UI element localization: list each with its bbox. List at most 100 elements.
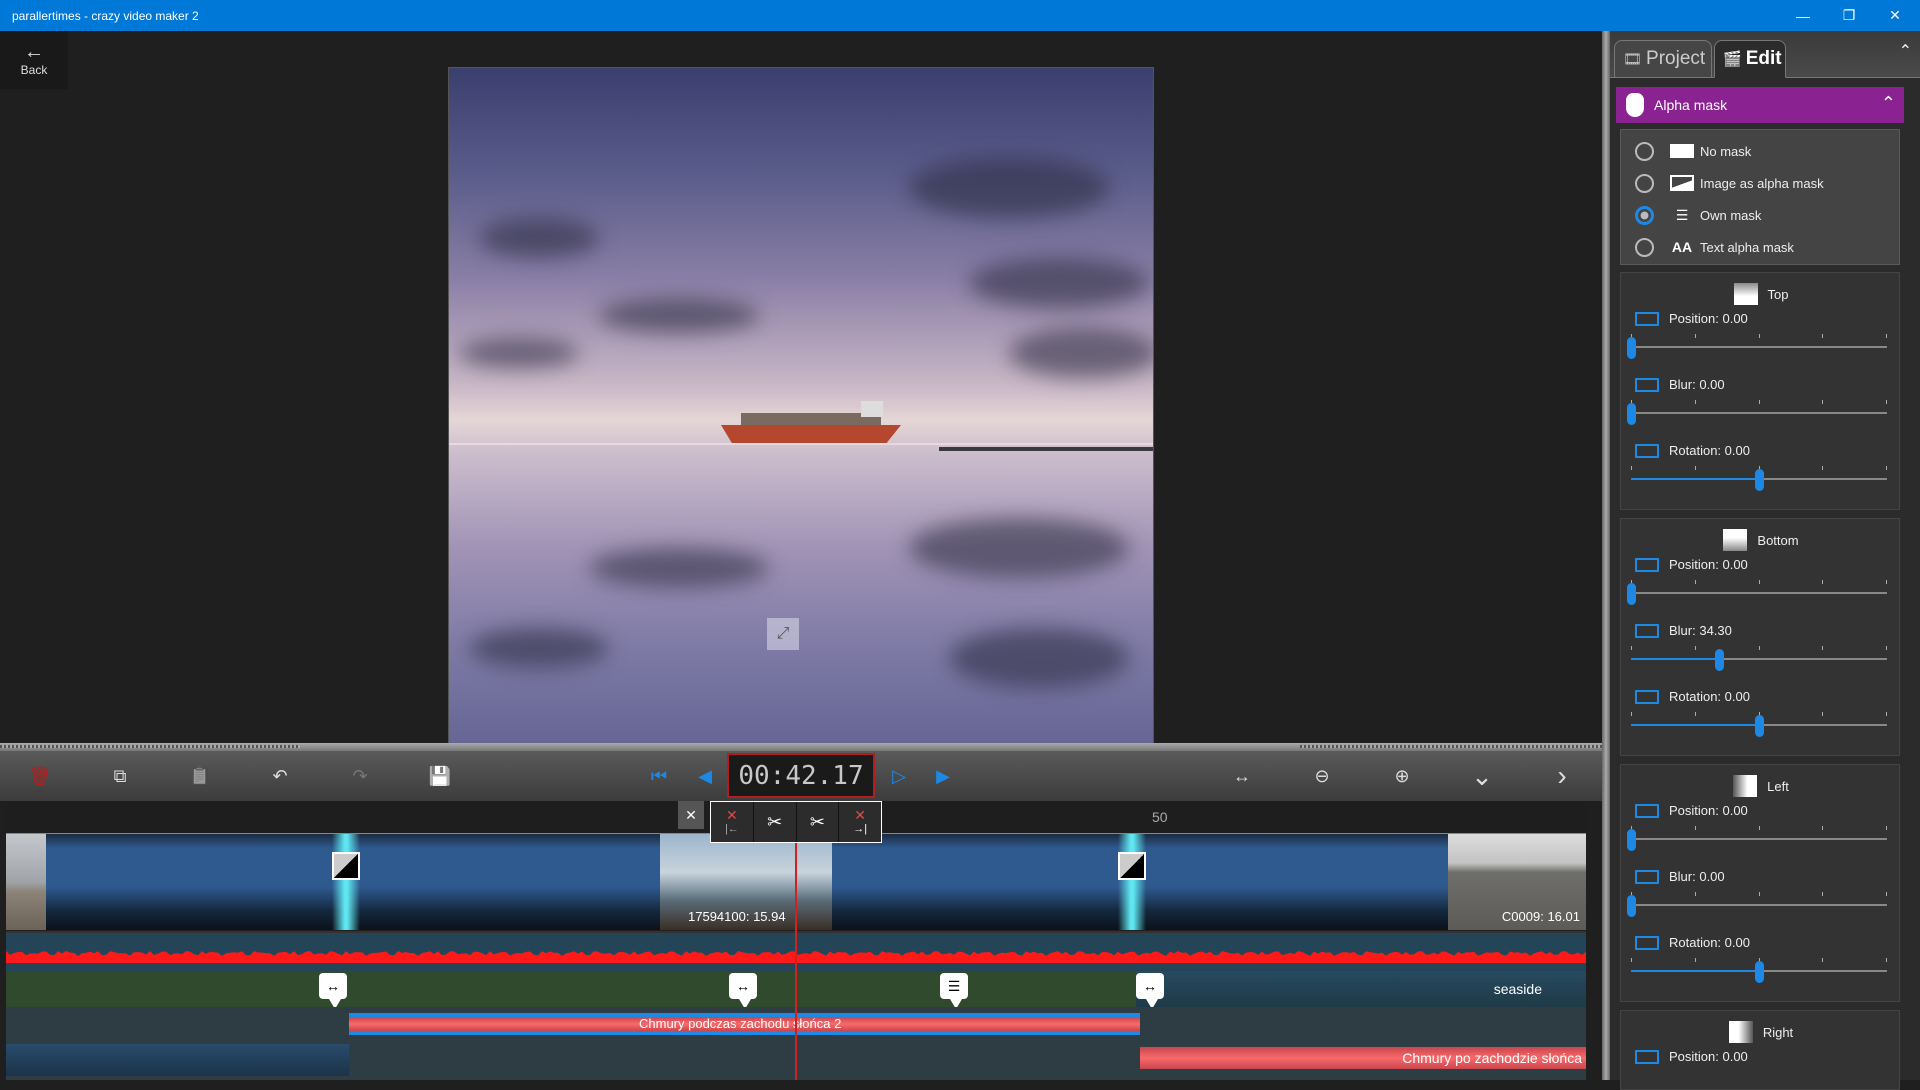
go-to-start-icon[interactable]: ⏮ [644,761,674,791]
radio-image-mask[interactable] [1635,173,1654,193]
transition[interactable] [1118,834,1146,930]
overlay-clip[interactable] [6,1044,349,1076]
edit-value-icon[interactable] [1635,803,1659,818]
move-marker-icon[interactable]: ↔ [1136,973,1164,1009]
param-slider[interactable] [1627,892,1887,917]
back-button[interactable]: ← Back [0,31,68,89]
paste-icon[interactable]: 📋 [185,761,215,791]
trim-right-button[interactable]: ✕ →| [839,802,881,842]
edit-value-icon[interactable] [1635,377,1659,392]
edit-value-icon[interactable] [1635,443,1659,458]
collapse-panel-icon[interactable]: ⌃ [1899,41,1912,61]
section-title: Top [1767,286,1789,302]
fullscreen-icon[interactable]: ⤢ [767,618,799,650]
param-slider[interactable] [1631,646,1887,671]
slider-thumb[interactable] [1627,895,1636,917]
video-clip[interactable] [1132,834,1448,930]
option-own-mask[interactable]: ☰ Own mask [1635,202,1761,228]
slider-thumb[interactable] [1627,403,1636,425]
split-all-button[interactable]: ✂ [796,802,840,842]
title-bar: parallertimes - crazy video maker 2 — ❐ … [0,0,1920,31]
redo-icon[interactable]: ↷ [345,761,375,791]
chevron-down-icon[interactable]: ⌄ [1467,761,1497,791]
close-button[interactable]: ✕ [1872,0,1918,31]
edit-value-icon[interactable] [1635,311,1659,326]
edit-value-icon[interactable] [1635,1049,1659,1064]
slider-thumb[interactable] [1714,649,1724,671]
copy-icon[interactable]: ⧉ [105,761,135,791]
trim-left-button[interactable]: ✕ |← [711,802,754,842]
radio-own-mask[interactable] [1635,205,1654,225]
move-marker-icon[interactable]: ↔ [729,973,757,1009]
video-clip[interactable] [46,834,346,930]
option-no-mask[interactable]: No mask [1635,138,1751,164]
play-icon[interactable]: ▷ [884,761,914,791]
param-slider[interactable] [1631,466,1887,491]
previous-frame-icon[interactable]: ◀ [690,761,720,791]
close-cut-tools-button[interactable]: ✕ [678,801,704,829]
param-slider[interactable] [1627,826,1887,851]
transition[interactable] [332,834,360,930]
video-preview[interactable]: ⤢ [448,67,1154,773]
tab-edit[interactable]: 🎬 Edit [1714,40,1786,78]
video-clip[interactable] [346,834,660,930]
option-text-mask[interactable]: AA Text alpha mask [1635,234,1794,260]
video-clip-thumbnail[interactable]: 17594100: 15.94 [660,834,832,930]
minimize-button[interactable]: — [1780,0,1826,31]
undo-icon[interactable]: ↶ [265,761,295,791]
param-slider[interactable] [1631,958,1887,983]
restore-button[interactable]: ❐ [1826,0,1872,31]
param-slider[interactable] [1631,712,1887,737]
slider-thumb[interactable] [1755,961,1764,983]
slider-thumb[interactable] [1755,715,1764,737]
video-clip-thumbnail[interactable]: C0009: 16.01 [1448,834,1586,930]
trim-right-arrow-icon: →| [853,823,868,835]
param-slider[interactable] [1627,580,1887,605]
alpha-mask-header[interactable]: Alpha mask ⌃ [1616,87,1904,123]
edit-value-icon[interactable] [1635,869,1659,884]
timecode-display[interactable]: 00:42.17 [727,753,875,798]
trim-left-x-icon: ✕ [726,807,738,823]
section-header: Top [1621,283,1901,305]
zoom-out-icon[interactable]: ⊖ [1307,761,1337,791]
slider-thumb[interactable] [1627,829,1636,851]
param-slider[interactable] [1627,400,1887,425]
option-image-mask[interactable]: Image as alpha mask [1635,170,1824,196]
move-marker-icon[interactable]: ↔ [319,973,347,1009]
edit-value-icon[interactable] [1635,689,1659,704]
video-clip-label: 17594100: 15.94 [688,909,786,924]
video-clip[interactable] [832,834,1132,930]
text-clip[interactable]: Chmury podczas zachodu słońca 2 [349,1013,1140,1035]
effect-clip[interactable]: seaside [1136,971,1586,1007]
param-slider[interactable] [1627,334,1887,359]
sliders-icon: ☰ [1675,206,1689,223]
param-label: Blur: 0.00 [1669,377,1725,392]
split-button[interactable]: ✂ [753,802,797,842]
edit-value-icon[interactable] [1635,623,1659,638]
delete-icon[interactable]: 🗑 [25,761,55,791]
zoom-in-icon[interactable]: ⊕ [1387,761,1417,791]
slider-thumb[interactable] [1627,583,1636,605]
radio-text-mask[interactable] [1635,237,1654,257]
next-frame-icon[interactable]: ▶ [928,761,958,791]
adjust-marker-icon[interactable]: ☰ [940,973,968,1009]
chevron-up-icon[interactable]: ⌃ [1881,93,1896,114]
fit-timeline-icon[interactable]: ↔ [1227,761,1257,791]
slider-thumb[interactable] [1627,337,1636,359]
edit-value-icon[interactable] [1635,935,1659,950]
video-clip-thumbnail[interactable] [6,834,46,930]
param-row: Rotation: 0.00 [1635,443,1750,458]
horizontal-splitter[interactable] [0,743,1602,751]
radio-no-mask[interactable] [1635,141,1654,161]
tab-project[interactable]: 🎞 Project [1614,40,1712,78]
trim-right-x-icon: ✕ [854,807,866,823]
chevron-right-icon[interactable]: › [1547,760,1577,791]
save-icon[interactable]: 💾 [425,761,455,791]
vertical-splitter[interactable] [1602,31,1610,1080]
text-clip[interactable]: Chmury po zachodzie słońca [1140,1047,1586,1069]
param-row: Position: 0.00 [1635,1049,1748,1064]
param-row: Position: 0.00 [1635,311,1748,326]
edit-value-icon[interactable] [1635,557,1659,572]
param-row: Position: 0.00 [1635,803,1748,818]
slider-thumb[interactable] [1755,469,1764,491]
